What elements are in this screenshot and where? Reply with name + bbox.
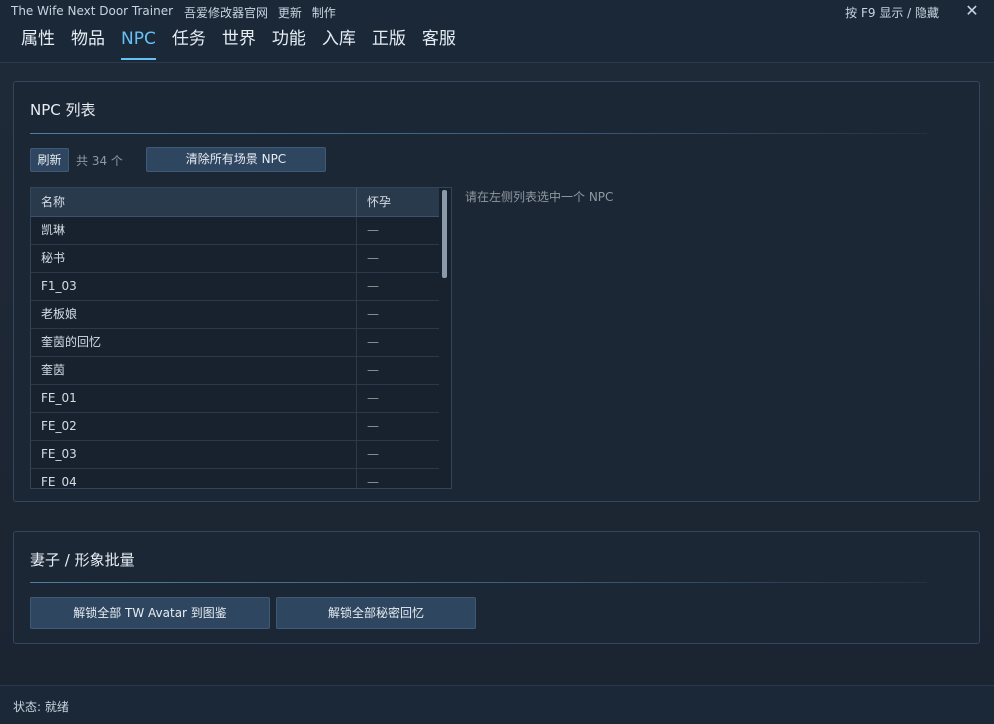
- main-tabs: 属性 物品 NPC 任务 世界 功能 入库 正版 客服: [21, 27, 472, 60]
- npc-pregnant: —: [367, 419, 379, 433]
- column-header-name[interactable]: 名称: [31, 188, 357, 216]
- official-site-link[interactable]: 吾爱修改器官网: [184, 6, 268, 20]
- table-row[interactable]: FE_02 —: [31, 413, 439, 441]
- npc-pregnant: —: [367, 251, 379, 265]
- status-text: 状态: 就绪: [13, 700, 69, 714]
- unlock-memory-button[interactable]: 解锁全部秘密回忆: [276, 597, 476, 629]
- close-icon[interactable]: ✕: [962, 1, 982, 21]
- scrollbar-thumb[interactable]: [442, 190, 447, 278]
- unlock-avatar-button[interactable]: 解锁全部 TW Avatar 到图鉴: [30, 597, 270, 629]
- tab-quests[interactable]: 任务: [172, 27, 206, 57]
- npc-name: FE_01: [31, 385, 357, 412]
- clear-scene-npc-button[interactable]: 清除所有场景 NPC: [146, 147, 326, 172]
- table-row[interactable]: 凯琳 —: [31, 217, 439, 245]
- npc-pregnant: —: [367, 447, 379, 461]
- npc-name: FE_02: [31, 413, 357, 440]
- tab-features[interactable]: 功能: [272, 27, 306, 57]
- title-bar: The Wife Next Door Trainer 吾爱修改器官网 更新 制作…: [0, 0, 994, 24]
- table-row[interactable]: 奎茵的回忆 —: [31, 329, 439, 357]
- table-row[interactable]: 秘书 —: [31, 245, 439, 273]
- npc-name: 奎茵: [31, 357, 357, 384]
- table-row[interactable]: FE_03 —: [31, 441, 439, 469]
- status-bar: 状态: 就绪: [0, 685, 994, 724]
- credits-link[interactable]: 制作: [312, 6, 336, 20]
- tab-library[interactable]: 入库: [322, 27, 356, 57]
- table-row[interactable]: FE_01 —: [31, 385, 439, 413]
- app-title: The Wife Next Door Trainer: [11, 4, 174, 18]
- wife-panel-title: 妻子 / 形象批量: [30, 551, 135, 569]
- table-row[interactable]: F1_03 —: [31, 273, 439, 301]
- tab-items[interactable]: 物品: [71, 27, 105, 57]
- npc-pregnant: —: [367, 223, 379, 237]
- npc-list-panel: NPC 列表 刷新 共 34 个 清除所有场景 NPC 名称 怀孕 凯琳 — 秘…: [13, 81, 980, 502]
- npc-pregnant: —: [367, 307, 379, 321]
- npc-pregnant: —: [367, 391, 379, 405]
- table-header: 名称 怀孕: [31, 188, 439, 217]
- hotkey-hint: 按 F9 显示 / 隐藏: [845, 6, 939, 20]
- npc-pregnant: —: [367, 279, 379, 293]
- table-body: 凯琳 — 秘书 — F1_03 — 老板娘 — 奎茵的回忆 — 奎茵 — FE_…: [31, 217, 439, 489]
- npc-name: 秘书: [31, 245, 357, 272]
- npc-pregnant: —: [367, 335, 379, 349]
- wife-batch-panel: 妻子 / 形象批量 解锁全部 TW Avatar 到图鉴 解锁全部秘密回忆: [13, 531, 980, 644]
- table-row[interactable]: 奎茵 —: [31, 357, 439, 385]
- npc-name: F1_03: [31, 273, 357, 300]
- column-header-pregnant[interactable]: 怀孕: [357, 188, 439, 216]
- tab-npc[interactable]: NPC: [121, 27, 156, 60]
- tab-support[interactable]: 客服: [422, 27, 456, 57]
- npc-name: FE_03: [31, 441, 357, 468]
- npc-name: FE_04: [31, 469, 357, 488]
- wife-panel-divider: [30, 582, 927, 583]
- npc-name: 老板娘: [31, 301, 357, 328]
- tab-world[interactable]: 世界: [222, 27, 256, 57]
- table-row[interactable]: 老板娘 —: [31, 301, 439, 329]
- title-links: 吾爱修改器官网 更新 制作: [184, 4, 342, 21]
- npc-pregnant: —: [367, 475, 379, 489]
- npc-panel-title: NPC 列表: [30, 101, 96, 119]
- npc-name: 凯琳: [31, 217, 357, 244]
- table-scrollbar[interactable]: [439, 188, 451, 488]
- update-link[interactable]: 更新: [278, 6, 302, 20]
- npc-panel-divider: [30, 133, 927, 134]
- refresh-button[interactable]: 刷新: [30, 148, 69, 172]
- tab-attributes[interactable]: 属性: [21, 27, 55, 57]
- npc-detail-hint: 请在左侧列表选中一个 NPC: [465, 190, 614, 204]
- table-row[interactable]: FE_04 —: [31, 469, 439, 489]
- npc-table: 名称 怀孕 凯琳 — 秘书 — F1_03 — 老板娘 — 奎茵的回忆 — 奎茵…: [30, 187, 452, 489]
- content-area: NPC 列表 刷新 共 34 个 清除所有场景 NPC 名称 怀孕 凯琳 — 秘…: [0, 62, 994, 685]
- tab-genuine[interactable]: 正版: [372, 27, 406, 57]
- npc-count: 共 34 个: [76, 154, 123, 168]
- npc-name: 奎茵的回忆: [31, 329, 357, 356]
- npc-pregnant: —: [367, 363, 379, 377]
